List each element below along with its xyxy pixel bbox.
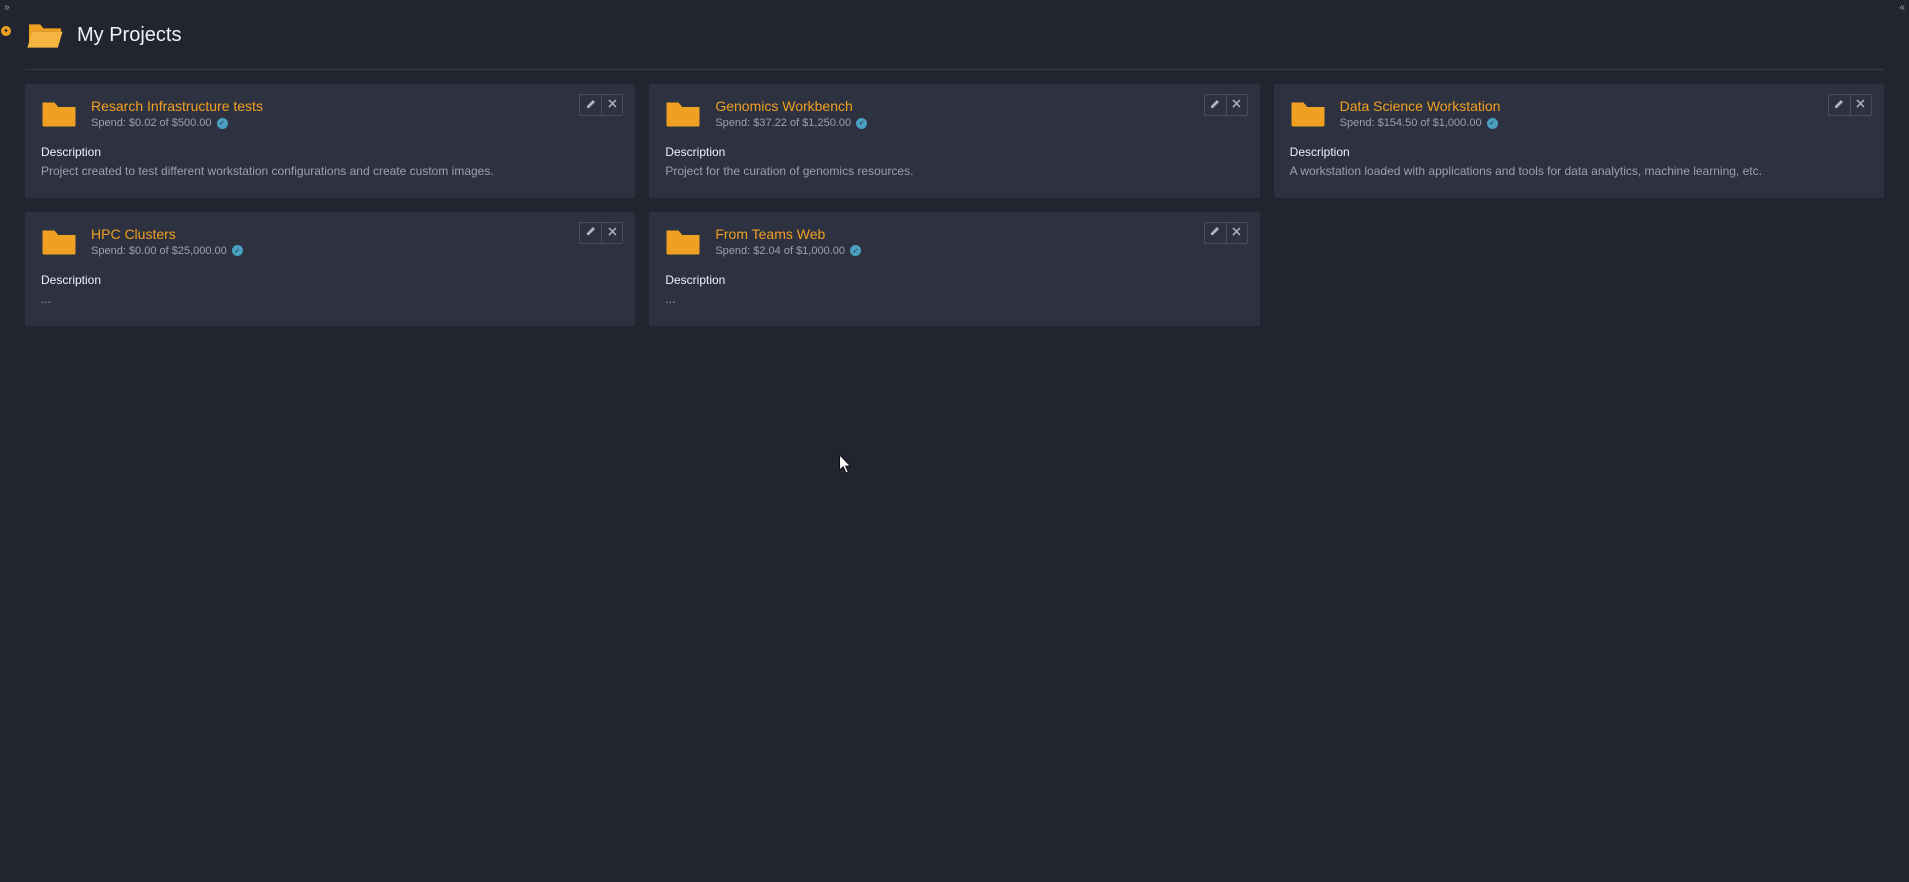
description-label: Description xyxy=(1290,145,1868,159)
delete-button[interactable] xyxy=(1226,222,1248,244)
project-description: Project for the curation of genomics res… xyxy=(665,163,1243,180)
expand-right-sidebar[interactable]: « xyxy=(1899,2,1905,13)
close-icon xyxy=(608,99,617,111)
verified-icon: ✓ xyxy=(1487,118,1498,129)
verified-icon: ✓ xyxy=(232,245,243,256)
project-spend: Spend: $2.04 of $1,000.00 ✓ xyxy=(715,245,861,257)
delete-button[interactable] xyxy=(601,94,623,116)
verified-icon: ✓ xyxy=(850,245,861,256)
project-title[interactable]: Resarch Infrastructure tests xyxy=(91,98,263,114)
delete-button[interactable] xyxy=(1850,94,1872,116)
folder-open-icon xyxy=(25,18,65,53)
description-label: Description xyxy=(665,273,1243,287)
project-spend: Spend: $154.50 of $1,000.00 ✓ xyxy=(1340,117,1501,129)
description-label: Description xyxy=(41,273,619,287)
project-card: Resarch Infrastructure tests Spend: $0.0… xyxy=(25,84,635,198)
close-icon xyxy=(1856,99,1865,111)
project-spend: Spend: $0.02 of $500.00 ✓ xyxy=(91,117,263,129)
description-label: Description xyxy=(41,145,619,159)
settings-badge-icon[interactable]: ✦ xyxy=(1,26,11,36)
pencil-icon xyxy=(1210,99,1220,112)
project-title[interactable]: From Teams Web xyxy=(715,226,861,242)
mouse-cursor xyxy=(839,455,853,475)
edit-button[interactable] xyxy=(579,222,601,244)
project-card: From Teams Web Spend: $2.04 of $1,000.00… xyxy=(649,212,1259,326)
folder-icon xyxy=(1290,98,1326,131)
folder-icon xyxy=(665,226,701,259)
close-icon xyxy=(1232,227,1241,239)
pencil-icon xyxy=(586,226,596,239)
project-card: Data Science Workstation Spend: $154.50 … xyxy=(1274,84,1884,198)
project-title[interactable]: HPC Clusters xyxy=(91,226,243,242)
page-header: My Projects xyxy=(25,18,1884,70)
project-title[interactable]: Data Science Workstation xyxy=(1340,98,1501,114)
description-label: Description xyxy=(665,145,1243,159)
folder-icon xyxy=(41,226,77,259)
project-spend: Spend: $37.22 of $1,250.00 ✓ xyxy=(715,117,867,129)
edit-button[interactable] xyxy=(579,94,601,116)
project-spend: Spend: $0.00 of $25,000.00 ✓ xyxy=(91,245,243,257)
folder-icon xyxy=(41,98,77,131)
project-card: Genomics Workbench Spend: $37.22 of $1,2… xyxy=(649,84,1259,198)
project-description: Project created to test different workst… xyxy=(41,163,619,180)
close-icon xyxy=(1232,99,1241,111)
project-card: HPC Clusters Spend: $0.00 of $25,000.00 … xyxy=(25,212,635,326)
edit-button[interactable] xyxy=(1828,94,1850,116)
pencil-icon xyxy=(1210,226,1220,239)
expand-left-sidebar[interactable]: » xyxy=(4,2,10,13)
delete-button[interactable] xyxy=(1226,94,1248,116)
page-title: My Projects xyxy=(77,24,181,47)
project-description: A workstation loaded with applications a… xyxy=(1290,163,1868,180)
close-icon xyxy=(608,227,617,239)
folder-icon xyxy=(665,98,701,131)
project-description: ... xyxy=(41,291,619,308)
pencil-icon xyxy=(1834,99,1844,112)
verified-icon: ✓ xyxy=(856,118,867,129)
project-title[interactable]: Genomics Workbench xyxy=(715,98,867,114)
edit-button[interactable] xyxy=(1204,222,1226,244)
edit-button[interactable] xyxy=(1204,94,1226,116)
project-description: ... xyxy=(665,291,1243,308)
verified-icon: ✓ xyxy=(217,118,228,129)
delete-button[interactable] xyxy=(601,222,623,244)
pencil-icon xyxy=(586,99,596,112)
